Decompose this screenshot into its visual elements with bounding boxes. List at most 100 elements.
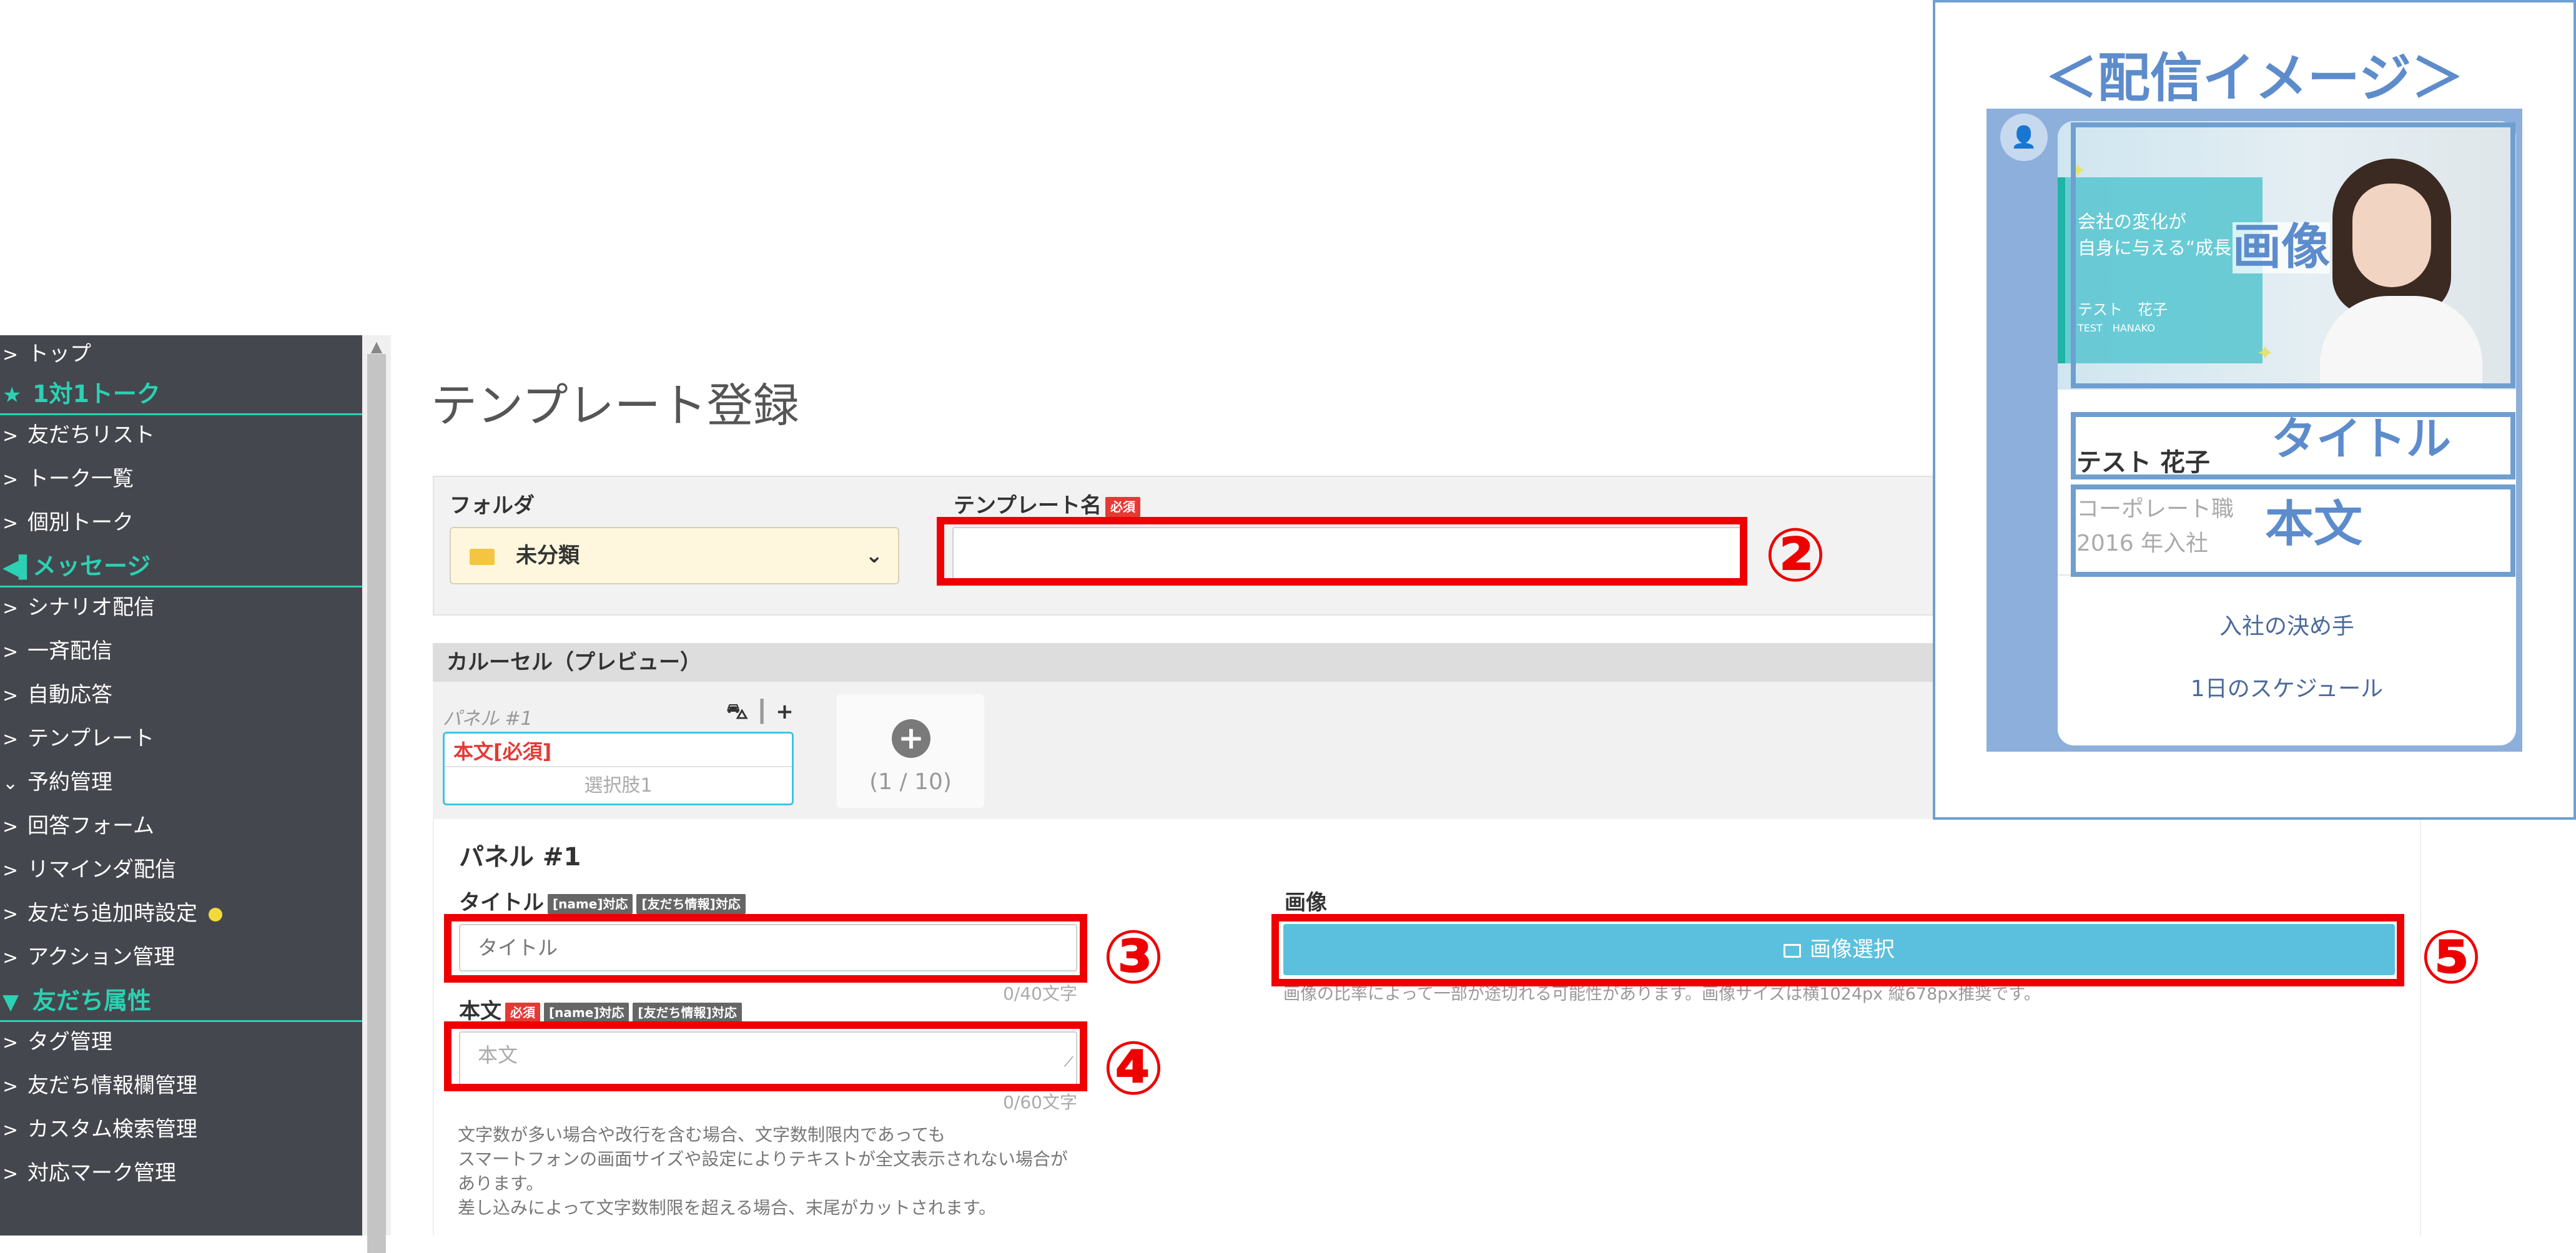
preview-title: ＜配信イメージ＞ — [2045, 47, 2464, 109]
hero-stripe — [2058, 177, 2065, 363]
annotation-number-3: ③ — [1102, 914, 1165, 1000]
friend-info-badge: [友だち情報]対応 — [636, 893, 746, 914]
sidebar-item[interactable]: > タグ管理 — [0, 1023, 362, 1061]
chevron-icon: > — [2, 597, 19, 619]
annotation-number-5: ⑤ — [2420, 914, 2482, 1000]
body-note-line: 差し込みによって文字数制限を超える場合、末尾がカットされます。 — [458, 1197, 997, 1218]
section-icon: ★ — [2, 383, 22, 408]
panel-count: (1 / 10) — [869, 769, 952, 795]
chevron-icon: > — [2, 1119, 19, 1141]
add-option-icon[interactable]: + — [776, 699, 794, 724]
chevron-down-icon: ⌄ — [865, 543, 884, 568]
sidebar-item[interactable]: > アクション管理 — [0, 938, 362, 976]
chevron-icon: > — [2, 860, 19, 882]
sidebar-item[interactable]: > テンプレート — [0, 720, 362, 757]
sidebar-item-label: 友だち情報欄管理 — [27, 1073, 197, 1098]
panel-tools[interactable]: ⛍ ┃ + — [726, 699, 794, 727]
carousel-panel-label: パネル #1 — [443, 708, 533, 730]
body-label-wrap: 本文 必須 [name]対応 [友だち情報]対応 — [459, 994, 742, 1025]
annotation-number-2: ② — [1764, 512, 1827, 598]
sidebar-item-label: 回答フォーム — [27, 813, 154, 838]
annotation-box-body — [444, 1021, 1087, 1091]
image-label: 画像 — [1285, 890, 1327, 915]
sidebar-item[interactable]: ⌄ 予約管理 — [0, 764, 362, 801]
sidebar-item-label: 対応マーク管理 — [27, 1161, 176, 1186]
chevron-icon: > — [2, 947, 19, 969]
body-required-badge: 必須 — [505, 1002, 540, 1023]
sidebar-item[interactable]: > 個別トーク — [0, 504, 362, 541]
sidebar-item-label: シナリオ配信 — [27, 595, 155, 620]
folder-label: フォルダ — [450, 493, 535, 518]
chevron-icon: > — [2, 513, 19, 534]
chevron-icon: > — [2, 344, 19, 366]
preview-title-label: タイトル — [2271, 413, 2452, 465]
chevron-icon: > — [2, 641, 19, 663]
chevron-icon: > — [2, 1076, 19, 1098]
notification-dot — [209, 907, 222, 921]
title-label: タイトル — [459, 890, 544, 915]
required-badge: 必須 — [1105, 496, 1140, 517]
chevron-icon: > — [2, 903, 19, 925]
annotation-number-4: ④ — [1102, 1025, 1165, 1111]
chevron-icon: ⌄ — [2, 772, 19, 794]
sidebar-item[interactable]: > 対応マーク管理 — [0, 1154, 362, 1192]
sidebar-item-label: アクション管理 — [27, 945, 175, 970]
body-label: 本文 — [459, 999, 501, 1024]
chevron-icon: > — [2, 816, 19, 838]
body-note-line: スマートフォンの画面サイズや設定によりテキストが全文表示されない場合が — [458, 1149, 1068, 1169]
folder-select[interactable]: 未分類 ⌄ — [450, 527, 899, 584]
carousel-header: カルーセル（プレビュー） — [433, 643, 2025, 682]
title-char-counter: 0/40文字 — [1003, 983, 1077, 1004]
sidebar-item-label: カスタム検索管理 — [27, 1117, 197, 1142]
sidebar-item[interactable]: > 一斉配信 — [0, 632, 362, 670]
sidebar-item[interactable]: > 自動応答 — [0, 676, 362, 714]
sidebar-item[interactable]: > リマインダ配信 — [0, 851, 362, 888]
sidebar-section-header: ★ 1対1トーク — [0, 375, 362, 415]
sidebar-item[interactable]: > 友だち情報欄管理 — [0, 1067, 362, 1104]
sidebar-item-label: 個別トーク — [27, 510, 134, 535]
preview-image-label: 画像 — [2233, 219, 2331, 275]
body-note-line: あります。 — [458, 1173, 544, 1194]
sidebar-item-label: トーク一覧 — [27, 466, 134, 491]
sidebar-item-label: トップ — [27, 342, 91, 366]
sidebar-item-label: 自動応答 — [27, 682, 112, 707]
template-name-label: テンプレート名 — [954, 493, 1102, 518]
body-note-line: 文字数が多い場合や改行を含む場合、文字数制限内であっても — [458, 1124, 945, 1145]
sidebar-item-label: 友だち追加時設定 — [27, 901, 197, 926]
scrollbar-thumb[interactable] — [367, 354, 386, 1253]
copy-panel-icon[interactable]: ⛍ — [726, 699, 748, 724]
sidebar-item-label: リマインダ配信 — [27, 857, 176, 882]
section-icon: ▼ — [2, 990, 19, 1015]
tool-divider: ┃ — [755, 699, 769, 724]
sidebar-item-label: 一斉配信 — [27, 639, 112, 664]
sidebar-item-label: 友だち属性 — [32, 987, 152, 1015]
sidebar-item[interactable]: > トーク一覧 — [0, 460, 362, 498]
sidebar-item[interactable]: > カスタム検索管理 — [0, 1111, 362, 1148]
chevron-icon: > — [2, 729, 19, 750]
sidebar-item[interactable]: > シナリオ配信 — [0, 589, 362, 626]
sidebar-item[interactable]: > トップ — [0, 335, 362, 373]
sidebar-item-label: 友だちリスト — [27, 423, 155, 448]
add-circle-icon: + — [892, 719, 930, 758]
sidebar-scrollbar[interactable]: ▲ — [362, 335, 391, 1253]
panel-edit-title: パネル #1 — [459, 843, 581, 872]
sidebar-item-label: メッセージ — [32, 553, 151, 580]
user-avatar-icon: 👤 — [2000, 114, 2048, 161]
add-panel-button[interactable]: + (1 / 10) — [837, 694, 984, 808]
card-action-2: 1日のスケジュール — [2190, 676, 2384, 702]
body-char-counter: 0/60文字 — [1003, 1092, 1077, 1113]
sidebar-item-label: タグ管理 — [27, 1029, 112, 1054]
delivery-preview: ＜配信イメージ＞ 👤 ✦ ✦ 会社の変化が 自身に与える“成長 テスト 花子 T… — [1933, 0, 2576, 820]
sidebar-item[interactable]: > 友だち追加時設定 — [0, 895, 362, 932]
annotation-box-template-name — [937, 517, 1747, 586]
body-note: 文字数が多い場合や改行を含む場合、文字数制限内であっても スマートフォンの画面サ… — [458, 1123, 1068, 1220]
panel-card-choice[interactable]: 選択肢1 — [445, 766, 792, 805]
folder-select-value: 未分類 — [516, 543, 580, 568]
name-support-badge: [name]対応 — [548, 893, 633, 914]
sidebar-item[interactable]: > 友だちリスト — [0, 416, 362, 454]
chevron-icon: > — [2, 469, 19, 491]
template-name-label-wrap: テンプレート名 必須 — [954, 488, 1140, 519]
carousel-panel-card[interactable]: 本文[必須] 選択肢1 — [443, 732, 794, 805]
sidebar-item[interactable]: > 回答フォーム — [0, 807, 362, 845]
carousel-body: パネル #1 ⛍ ┃ + 本文[必須] 選択肢1 + (1 / 10) — [433, 682, 2025, 819]
